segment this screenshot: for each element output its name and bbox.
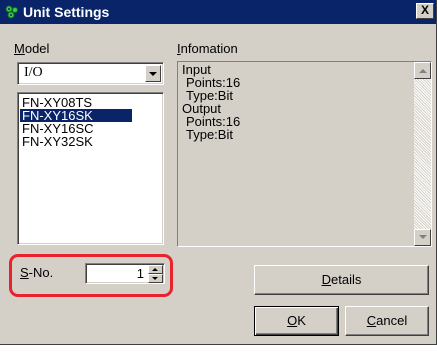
ok-button[interactable]: OK (254, 306, 339, 336)
list-item[interactable]: FN-XY32SK (20, 135, 132, 148)
info-scrollbar[interactable] (414, 62, 431, 246)
model-label: Model (14, 41, 50, 56)
sno-value: 1 (136, 266, 144, 281)
spin-down-button[interactable] (148, 274, 163, 283)
title-bar[interactable]: Unit Settings X (0, 0, 436, 24)
sno-spin-input[interactable]: 1 (85, 263, 165, 284)
model-combobox[interactable]: I/O (17, 62, 164, 85)
arrow-up-icon (152, 268, 158, 271)
window-title: Unit Settings (23, 4, 110, 20)
information-panel: Input Points:16 Type:Bit Output Points:1… (177, 61, 432, 247)
scroll-up-button[interactable] (414, 62, 431, 79)
model-dropdown-button[interactable] (145, 65, 161, 82)
close-icon: X (420, 3, 429, 17)
scroll-down-button[interactable] (414, 229, 431, 246)
info-line: Type:Bit (186, 127, 233, 142)
gear-cluster-icon (5, 5, 18, 19)
details-button[interactable]: Details (254, 265, 429, 295)
information-label: Infomation (177, 41, 238, 56)
model-selected-value: I/O (24, 65, 43, 80)
spin-up-button[interactable] (148, 265, 163, 274)
chevron-down-icon (149, 72, 157, 76)
arrow-up-icon (419, 69, 427, 73)
unit-settings-dialog: Unit Settings X Model I/O FN-XY08TS FN-X… (0, 0, 437, 345)
arrow-down-icon (419, 235, 427, 239)
arrow-down-icon (152, 277, 158, 280)
close-button[interactable]: X (416, 3, 434, 19)
sno-label: S-No. (20, 265, 54, 280)
model-list[interactable]: FN-XY08TS FN-XY16SK FN-XY16SC FN-XY32SK (17, 92, 164, 245)
cancel-button[interactable]: Cancel (345, 306, 429, 336)
